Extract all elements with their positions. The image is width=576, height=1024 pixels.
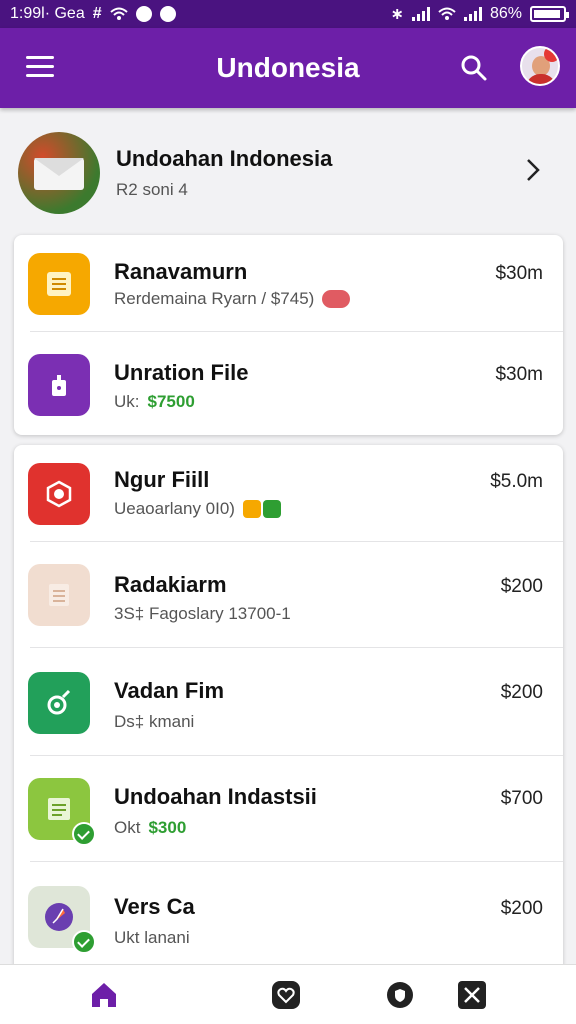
list-item[interactable]: Vadan Fim Ds‡ kmani $200 [14, 648, 563, 756]
document-icon [28, 564, 90, 626]
document-icon [28, 253, 90, 315]
battery-percent: 86% [489, 5, 522, 22]
item-subtitle: Ukt lanani [114, 928, 190, 948]
list-item[interactable]: Ngur Fiill Ueaoarlany 0I0) $5.0m [14, 445, 563, 542]
profile-subtitle: R2 soni 4 [116, 180, 188, 199]
status-badge [322, 290, 351, 308]
notification-icon: # [92, 5, 102, 22]
heart-icon[interactable] [270, 979, 302, 1011]
item-price: $30m [495, 364, 543, 385]
list-item[interactable]: Vers Ca Ukt lanani $200 [14, 862, 563, 972]
item-subtitle: Ueaoarlany 0I0) [114, 499, 281, 519]
item-subtitle-text: Ueaoarlany 0I0) [114, 499, 235, 518]
item-subtitle-text: Rerdemaina Ryarn / $745) [114, 289, 315, 308]
item-subtitle: Okt $300 [114, 818, 186, 838]
compass-icon [28, 886, 96, 954]
item-title: Ranavamurn [114, 259, 248, 284]
list-item[interactable]: Radakiarm 3S‡ Fagoslary 13700-1 $200 [14, 542, 563, 648]
list-card-secondary: Ngur Fiill Ueaoarlany 0I0) $5.0m Radakia… [14, 445, 563, 985]
battery-icon [530, 6, 569, 22]
music-icon [28, 672, 90, 734]
signal-icon [411, 7, 430, 21]
page-title: Undonesia [216, 52, 360, 83]
envelope-icon [34, 158, 84, 190]
lock-icon [28, 354, 90, 416]
item-price: $200 [500, 898, 543, 919]
item-title: Vers Ca [114, 894, 195, 919]
wifi-icon-right [438, 7, 456, 20]
messenger-icon [159, 6, 176, 22]
item-amount: $300 [148, 818, 187, 837]
close-icon[interactable] [456, 979, 488, 1011]
wifi-icon [109, 7, 128, 20]
item-subtitle-text: Okt [114, 818, 141, 837]
item-subtitle-text: Ds‡ kmani [114, 712, 195, 731]
item-title: Ngur Fiill [114, 467, 210, 492]
item-subtitle-text: Ukt lanani [114, 928, 190, 947]
item-subtitle: Uk: $7500 [114, 392, 195, 412]
avatar[interactable] [520, 46, 560, 86]
status-bar: 1:99l· Gea # ∗ 86% [0, 0, 576, 28]
item-subtitle: Rerdemaina Ryarn / $745) [114, 289, 351, 309]
list-card-primary: Ranavamurn Rerdemaina Ryarn / $745) $30m… [14, 235, 563, 435]
item-subtitle-text: 3S‡ Fagoslary 13700-1 [114, 604, 291, 623]
list-item[interactable]: Undoahan Indastsii Okt $300 $700 [14, 756, 563, 862]
shield-icon[interactable] [384, 979, 416, 1011]
camera-icon [28, 463, 90, 525]
item-title: Radakiarm [114, 572, 227, 597]
app-bar: Undonesia [0, 28, 576, 108]
status-time: 1:99l· Gea [10, 5, 85, 22]
list-item[interactable]: Ranavamurn Rerdemaina Ryarn / $745) $30m [14, 235, 563, 332]
chevron-right-icon[interactable] [526, 158, 540, 182]
profile-header[interactable]: Undoahan Indonesia R2 soni 4 [0, 108, 576, 228]
tag-icon [242, 500, 261, 518]
signal-icon-2 [463, 7, 482, 21]
item-subtitle-text: Uk: [114, 392, 140, 411]
item-price: $200 [500, 576, 543, 597]
item-price: $5.0m [490, 471, 543, 492]
notification-badge [544, 48, 558, 62]
item-title: Unration File [114, 360, 249, 385]
bluetooth-icon: ∗ [390, 6, 404, 23]
list-item[interactable]: Unration File Uk: $7500 $30m [14, 332, 563, 435]
menu-icon[interactable] [26, 56, 54, 78]
item-subtitle: Ds‡ kmani [114, 712, 194, 732]
check-icon [72, 930, 96, 954]
item-price: $30m [495, 263, 543, 284]
item-price: $700 [500, 788, 543, 809]
search-icon[interactable] [460, 54, 488, 82]
profile-photo [18, 132, 100, 214]
item-amount: $7500 [147, 392, 195, 411]
bottom-nav [0, 964, 576, 1024]
profile-name: Undoahan Indonesia [116, 146, 333, 171]
item-price: $200 [500, 682, 543, 703]
item-subtitle: 3S‡ Fagoslary 13700-1 [114, 604, 291, 624]
document-icon [28, 778, 96, 846]
tag-icon [262, 500, 281, 518]
item-title: Vadan Fim [114, 678, 225, 703]
item-title: Undoahan Indastsii [114, 784, 317, 809]
check-icon [72, 822, 96, 846]
location-icon [135, 6, 152, 22]
home-icon[interactable] [88, 979, 120, 1011]
